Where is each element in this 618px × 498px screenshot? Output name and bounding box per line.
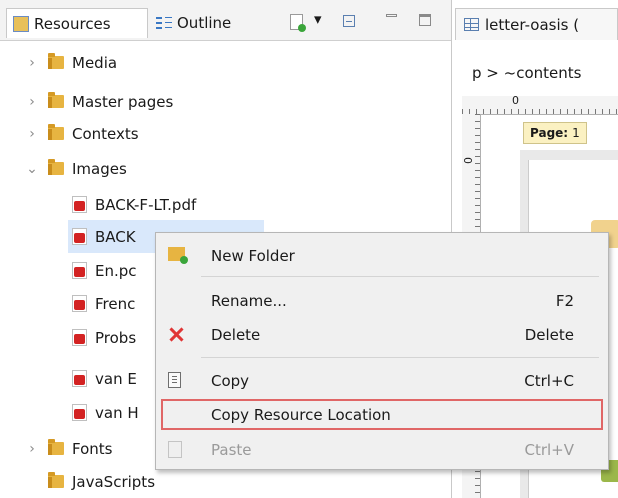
tab-resources-label: Resources (34, 14, 111, 33)
paste-icon (168, 441, 182, 458)
pdf-file-icon (72, 228, 87, 245)
ruler-zero-label: 0 (461, 157, 474, 164)
menu-separator (201, 357, 599, 358)
resources-icon (13, 15, 29, 32)
tree-file[interactable]: van H (72, 396, 152, 429)
pdf-file-icon (72, 196, 87, 213)
tree-file[interactable]: van E (72, 362, 152, 395)
tree-folder-fonts[interactable]: › Fonts (0, 432, 150, 465)
folder-icon (48, 53, 64, 69)
new-folder-icon (168, 247, 188, 264)
copy-icon (168, 372, 181, 388)
menu-item-copy-resource-location[interactable]: Copy Resource Location (160, 398, 604, 431)
context-menu: New Folder Rename... F2 Delete Delete Co… (155, 232, 609, 470)
menu-item-label: Delete (211, 325, 261, 344)
folder-icon (48, 472, 64, 488)
tree-file[interactable]: BACK-F-LT.pdf (72, 188, 272, 221)
tree-file-label: BACK-F-LT.pdf (95, 195, 197, 214)
menu-item-paste[interactable]: Paste Ctrl+V (156, 433, 608, 466)
tab-outline[interactable]: Outline (150, 8, 260, 38)
outline-icon (156, 15, 172, 31)
chevron-right-icon[interactable]: › (22, 55, 42, 71)
tree-folder-label: Images (72, 159, 127, 178)
tab-resources[interactable]: Resources (6, 8, 148, 38)
tree-folder-label: Master pages (72, 92, 174, 111)
minimize-icon[interactable] (386, 14, 397, 17)
menu-item-shortcut: Ctrl+C (524, 371, 574, 390)
tree-file-label: Frenc (95, 294, 136, 313)
menu-separator (201, 276, 599, 277)
folder-icon (48, 92, 64, 108)
tree-file-label: Probs (95, 328, 137, 347)
tree-file-label: van H (95, 403, 139, 422)
table-icon (464, 18, 479, 31)
tree-folder-contexts[interactable]: › Contexts (0, 117, 420, 150)
menu-item-shortcut: F2 (555, 291, 574, 310)
folder-icon (48, 439, 64, 455)
collapse-all-icon[interactable] (343, 15, 355, 27)
breadcrumb[interactable]: p > ~contents (472, 64, 581, 82)
tree-folder-label: Contexts (72, 124, 139, 143)
menu-item-label: Copy Resource Location (211, 405, 391, 424)
tree-folder-label: Media (72, 53, 118, 72)
tree-file-label: van E (95, 369, 137, 388)
menu-item-shortcut: Ctrl+V (524, 440, 574, 459)
tree-file[interactable]: Frenc (72, 287, 152, 320)
ruler-zero-label: 0 (512, 94, 519, 107)
chevron-right-icon[interactable]: › (22, 126, 42, 142)
horizontal-ruler: 0 (462, 94, 618, 115)
menu-item-copy[interactable]: Copy Ctrl+C (156, 364, 608, 397)
tree-file-label: BACK (95, 227, 136, 246)
chevron-right-icon[interactable]: › (22, 94, 42, 110)
tree-folder-master-pages[interactable]: › Master pages (0, 85, 420, 118)
menu-item-delete[interactable]: Delete Delete (156, 318, 608, 351)
menu-item-label: Rename... (211, 291, 287, 310)
page-indicator: Page: 1 (523, 122, 587, 144)
tree-folder-label: Fonts (72, 439, 113, 458)
view-tab-bar: Resources Outline ▾ (0, 0, 451, 41)
menu-item-label: Paste (211, 440, 252, 459)
new-resource-icon[interactable] (290, 14, 306, 32)
editor-tab[interactable]: letter-oasis ( (455, 8, 618, 40)
tree-folder-media[interactable]: › Media (0, 46, 420, 79)
menu-item-label: Copy (211, 371, 250, 390)
pdf-file-icon (72, 404, 87, 421)
tab-outline-label: Outline (177, 14, 232, 32)
tree-folder-label: JavaScripts (72, 472, 156, 491)
pdf-file-icon (72, 295, 87, 312)
tree-file[interactable]: En.pc (72, 254, 152, 287)
chevron-right-icon[interactable]: › (22, 441, 42, 457)
folder-icon (48, 124, 64, 140)
chevron-down-icon[interactable]: ⌄ (22, 161, 42, 177)
editor-tab-title: letter-oasis ( (485, 15, 580, 34)
pdf-file-icon (72, 329, 87, 346)
delete-x-icon (168, 326, 184, 342)
menu-item-rename[interactable]: Rename... F2 (156, 284, 608, 317)
page-label: Page: (530, 126, 569, 140)
folder-icon (48, 159, 64, 175)
maximize-icon[interactable] (419, 14, 431, 26)
pdf-file-icon (72, 262, 87, 279)
pdf-file-icon (72, 370, 87, 387)
tree-file-label: En.pc (95, 261, 137, 280)
menu-item-shortcut: Delete (524, 325, 574, 344)
tree-file[interactable]: Probs (72, 321, 152, 354)
menu-item-label: New Folder (211, 246, 295, 265)
menu-item-new-folder[interactable]: New Folder (156, 239, 608, 272)
dropdown-arrow-icon[interactable]: ▾ (314, 10, 322, 28)
page-number: 1 (572, 126, 580, 140)
tree-folder-images[interactable]: ⌄ Images (0, 152, 420, 185)
